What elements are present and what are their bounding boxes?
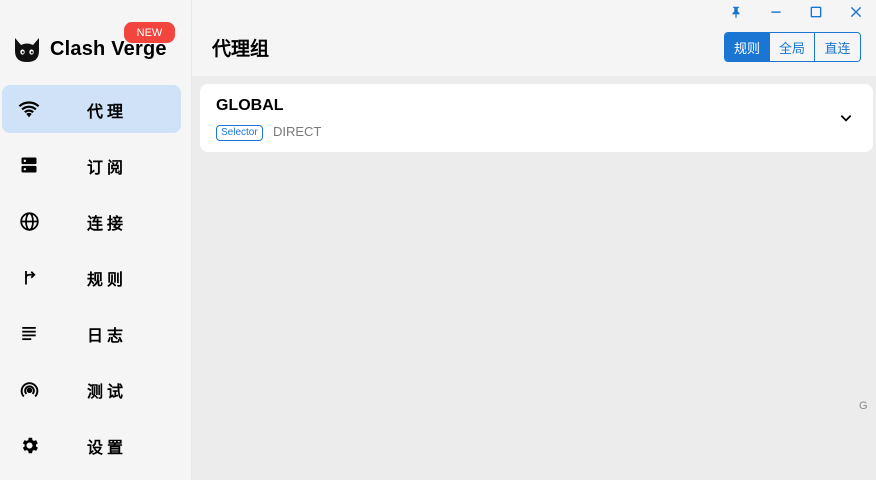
wifi-icon bbox=[17, 97, 41, 121]
mode-direct-button[interactable]: 直连 bbox=[815, 33, 860, 61]
sidebar-item-label: 订阅 bbox=[87, 158, 128, 177]
main-header: 代理组 规则 全局 直连 bbox=[192, 0, 876, 76]
gear-icon bbox=[17, 433, 41, 457]
new-badge: NEW bbox=[124, 22, 175, 43]
pin-icon[interactable] bbox=[716, 0, 756, 24]
minimize-icon[interactable] bbox=[756, 0, 796, 24]
dns-icon bbox=[17, 153, 41, 177]
page-title: 代理组 bbox=[212, 38, 270, 60]
proxy-mode-toggle: 规则 全局 直连 bbox=[724, 32, 861, 62]
sidebar-item-logs[interactable]: 日志 bbox=[2, 309, 181, 357]
proxy-group-current: DIRECT bbox=[273, 124, 322, 139]
sidebar-item-label: 代理 bbox=[87, 102, 128, 121]
alpha-index-letter[interactable]: G bbox=[859, 400, 868, 412]
wifi-tethering-icon bbox=[17, 377, 41, 401]
close-icon[interactable] bbox=[836, 0, 876, 24]
sidebar-item-label: 连接 bbox=[87, 214, 128, 233]
lines-icon bbox=[17, 321, 41, 345]
mode-rule-button[interactable]: 规则 bbox=[725, 33, 770, 61]
fork-arrow-icon bbox=[17, 265, 41, 289]
sidebar-item-label: 日志 bbox=[87, 326, 128, 345]
sidebar-item-rules[interactable]: 规则 bbox=[2, 253, 181, 301]
sidebar-item-label: 设置 bbox=[87, 438, 128, 457]
proxy-group-card[interactable]: GLOBAL Selector DIRECT bbox=[200, 84, 873, 152]
proxy-group-type-badge: Selector bbox=[216, 125, 263, 141]
sidebar-item-label: 测试 bbox=[87, 382, 128, 401]
mode-global-button[interactable]: 全局 bbox=[770, 33, 815, 61]
chevron-down-icon[interactable] bbox=[837, 109, 855, 127]
sidebar-item-connections[interactable]: 连接 bbox=[2, 197, 181, 245]
globe-icon bbox=[17, 209, 41, 233]
maximize-icon[interactable] bbox=[796, 0, 836, 24]
sidebar: Clash Verge NEW 代理 订阅 连接 规则 日志 测试 设置 bbox=[0, 0, 192, 480]
sidebar-item-label: 规则 bbox=[87, 270, 128, 289]
sidebar-item-test[interactable]: 测试 bbox=[2, 365, 181, 413]
cat-icon bbox=[12, 34, 42, 64]
sidebar-item-profiles[interactable]: 订阅 bbox=[2, 141, 181, 189]
sidebar-item-proxy[interactable]: 代理 bbox=[2, 85, 181, 133]
sidebar-item-settings[interactable]: 设置 bbox=[2, 421, 181, 469]
window-controls bbox=[716, 0, 876, 26]
proxy-group-name: GLOBAL bbox=[216, 97, 284, 114]
